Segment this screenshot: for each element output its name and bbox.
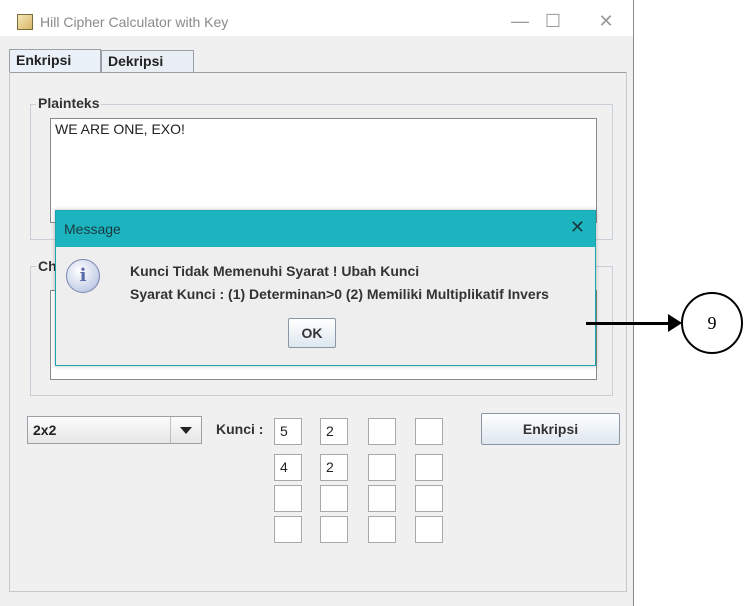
plaintext-input[interactable]: WE ARE ONE, EXO!: [50, 118, 597, 223]
chevron-down-icon[interactable]: [170, 417, 201, 443]
key-cell-r3c3[interactable]: [368, 485, 396, 512]
key-cell-r1c1[interactable]: 5: [274, 418, 302, 445]
message-dialog: Message ✕ i Kunci Tidak Memenuhi Syarat …: [55, 210, 596, 366]
dialog-close-icon[interactable]: ✕: [570, 217, 585, 238]
key-cell-r4c4[interactable]: [415, 516, 443, 543]
title-bar[interactable]: Hill Cipher Calculator with Key — ☐ ✕: [0, 0, 633, 36]
ok-button[interactable]: OK: [288, 318, 336, 348]
key-cell-r2c4[interactable]: [415, 454, 443, 481]
key-cell-r2c1[interactable]: 4: [274, 454, 302, 481]
dialog-title: Message: [64, 221, 121, 237]
tab-enkripsi[interactable]: Enkripsi: [9, 49, 101, 73]
plaintext-group-label: Plainteks: [36, 95, 102, 111]
key-cell-r4c2[interactable]: [320, 516, 348, 543]
annotation-callout-number: 9: [681, 292, 743, 354]
dialog-message-line1: Kunci Tidak Memenuhi Syarat ! Ubah Kunci: [130, 263, 420, 279]
key-cell-r3c4[interactable]: [415, 485, 443, 512]
dialog-title-bar[interactable]: Message ✕: [56, 211, 595, 247]
maximize-button[interactable]: ☐: [538, 9, 568, 33]
close-button[interactable]: ✕: [591, 9, 621, 33]
java-app-icon: [17, 14, 33, 30]
minimize-button[interactable]: —: [505, 9, 535, 33]
key-cell-r3c1[interactable]: [274, 485, 302, 512]
key-label: Kunci :: [216, 421, 264, 437]
window-title: Hill Cipher Calculator with Key: [40, 14, 229, 30]
key-cell-r2c3[interactable]: [368, 454, 396, 481]
matrix-size-value: 2x2: [33, 422, 57, 438]
dialog-message-line2: Syarat Kunci : (1) Determinan>0 (2) Memi…: [130, 286, 549, 302]
info-icon: i: [66, 259, 100, 293]
matrix-size-select[interactable]: 2x2: [27, 416, 202, 444]
key-cell-r2c2[interactable]: 2: [320, 454, 348, 481]
annotation-arrow-line: [586, 322, 672, 325]
key-cell-r1c4[interactable]: [415, 418, 443, 445]
annotation-arrowhead-icon: [668, 314, 682, 332]
key-cell-r1c2[interactable]: 2: [320, 418, 348, 445]
key-cell-r4c1[interactable]: [274, 516, 302, 543]
key-cell-r3c2[interactable]: [320, 485, 348, 512]
encrypt-button[interactable]: Enkripsi: [481, 413, 620, 445]
tab-dekripsi[interactable]: Dekripsi: [101, 50, 194, 72]
key-cell-r1c3[interactable]: [368, 418, 396, 445]
app-window: Hill Cipher Calculator with Key — ☐ ✕ En…: [0, 0, 634, 606]
key-cell-r4c3[interactable]: [368, 516, 396, 543]
